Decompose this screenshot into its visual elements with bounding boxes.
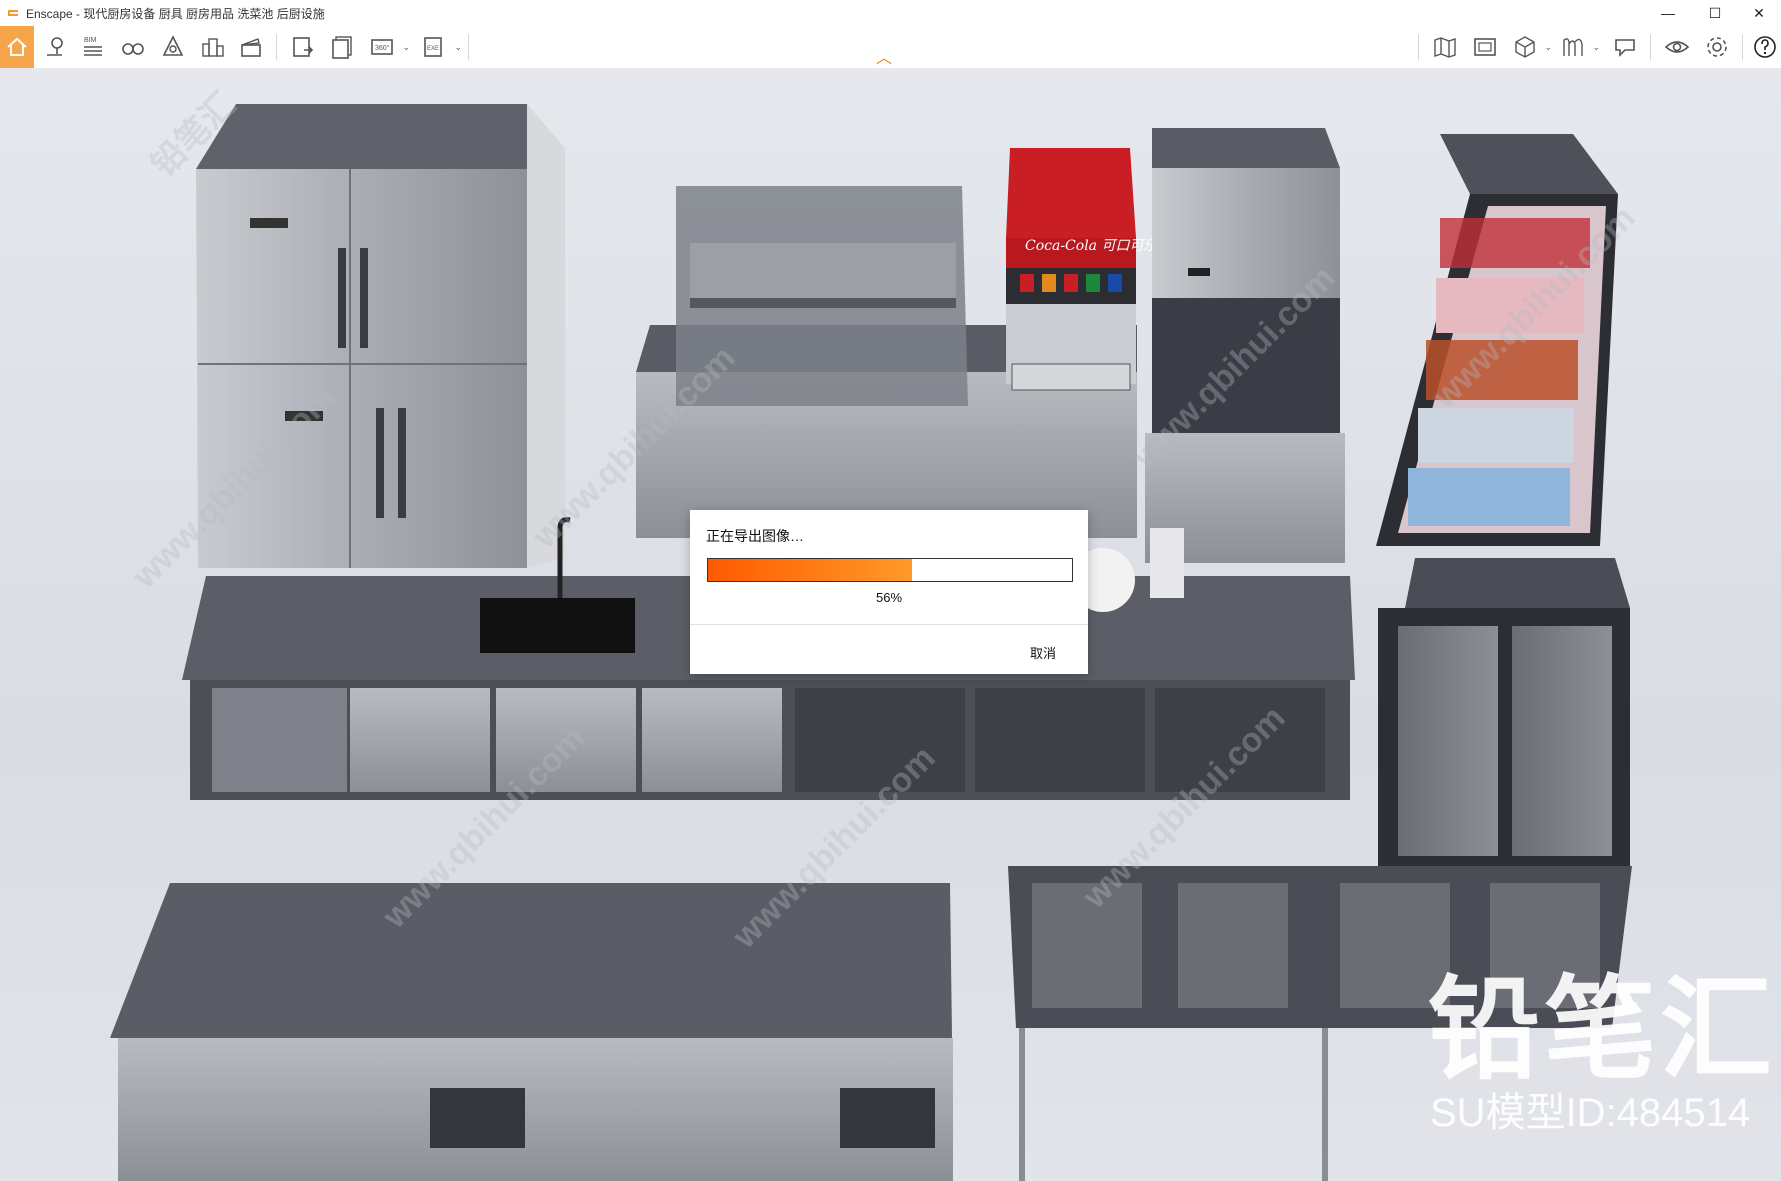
annotation-button[interactable]: ⌄ (1556, 30, 1600, 64)
visual-settings-eye-icon (1664, 41, 1690, 53)
atmosphere-button[interactable] (156, 30, 190, 64)
toolbar-separator (1650, 34, 1651, 60)
visual-settings-button[interactable] (1660, 30, 1694, 64)
view-management-icon (1474, 38, 1496, 56)
batch-render-button[interactable] (326, 30, 360, 64)
maximize-button[interactable]: ☐ (1692, 0, 1738, 26)
cube-view-button[interactable]: ⌄ (1508, 30, 1552, 64)
title-bar: Enscape - 现代厨房设备 厨具 厨房用品 洗菜池 后厨设施 (0, 0, 1781, 26)
progress-percent: 56% (875, 590, 903, 605)
cube-view-icon (1515, 36, 1535, 58)
home-icon (7, 37, 27, 56)
undercounter-refrigerated-workbench (110, 883, 953, 1181)
map-button[interactable] (1428, 30, 1462, 64)
brand-watermark: 铅笔汇 (1428, 967, 1776, 1092)
chat-icon (1615, 39, 1635, 57)
asset-library-button[interactable] (196, 30, 230, 64)
toolbar-separator (276, 34, 277, 60)
export-exe-icon: EXE (424, 37, 442, 57)
help-icon (1754, 36, 1776, 58)
toolbar-separator (468, 34, 469, 60)
export-exe-button[interactable]: EXE ⌄ (418, 30, 462, 64)
location-pin-icon (47, 37, 63, 56)
cancel-button[interactable]: 取消 (1030, 643, 1056, 662)
location-button[interactable] (38, 30, 72, 64)
clapperboard-icon (241, 38, 261, 57)
collaborative-annotation-icon (1563, 38, 1583, 56)
video-editor-button[interactable] (234, 30, 268, 64)
progress-bar-fill (708, 559, 912, 581)
help-button[interactable] (1748, 30, 1781, 64)
binoculars-icon (122, 43, 144, 55)
chevron-down-icon[interactable]: ⌄ (1544, 42, 1552, 53)
dish-sterilizer-cabinet (1378, 558, 1630, 878)
toolbar-separator (1418, 34, 1419, 60)
close-button[interactable]: ✕ (1736, 0, 1781, 26)
atmosphere-icon (162, 35, 184, 56)
chat-button[interactable] (1608, 30, 1642, 64)
toolbar-separator (1742, 34, 1743, 60)
exe-label: EXE (427, 46, 439, 52)
bim-button[interactable]: BIM (76, 30, 110, 64)
view-management-button[interactable] (1468, 30, 1502, 64)
toolbar-collapse-chevron-up-icon[interactable]: ︿ (876, 44, 892, 68)
chevron-down-icon[interactable]: ⌄ (1592, 42, 1600, 53)
screenshot-button[interactable] (286, 30, 320, 64)
model-id-watermark: SU模型ID:484514 (1430, 1091, 1751, 1135)
walk-mode-button[interactable] (116, 30, 150, 64)
bim-list-icon: BIM (84, 37, 102, 56)
chevron-down-icon[interactable]: ⌄ (402, 42, 410, 53)
chevron-down-icon[interactable]: ⌄ (454, 42, 462, 53)
window-title: Enscape - 现代厨房设备 厨具 厨房用品 洗菜池 后厨设施 (26, 6, 325, 21)
dialog-divider (690, 624, 1088, 625)
map-icon (1434, 37, 1456, 58)
screenshot-icon (293, 37, 314, 57)
minimize-button[interactable]: — (1645, 0, 1691, 26)
enscape-logo-icon (8, 10, 18, 16)
panorama-360-icon: 360° (371, 39, 393, 55)
export-progress-dialog: 正在导出图像… 56% 取消 (690, 510, 1088, 674)
four-door-refrigerator (196, 104, 565, 568)
dialog-title: 正在导出图像… (706, 528, 804, 544)
asset-library-icon (202, 38, 224, 57)
settings-button[interactable] (1700, 30, 1734, 64)
bim-label: BIM (84, 37, 97, 44)
cola-logo: Coca-Cola 可口可乐 (1025, 238, 1158, 254)
panorama-button[interactable]: 360° ⌄ (366, 30, 410, 64)
progress-bar (707, 558, 1073, 582)
soda-fountain-dispenser: Coca-Cola 可口可乐 (1006, 148, 1158, 391)
panorama-label: 360° (375, 44, 390, 52)
home-button[interactable] (0, 26, 34, 68)
batch-render-icon (332, 36, 352, 59)
settings-gear-icon (1707, 37, 1727, 57)
